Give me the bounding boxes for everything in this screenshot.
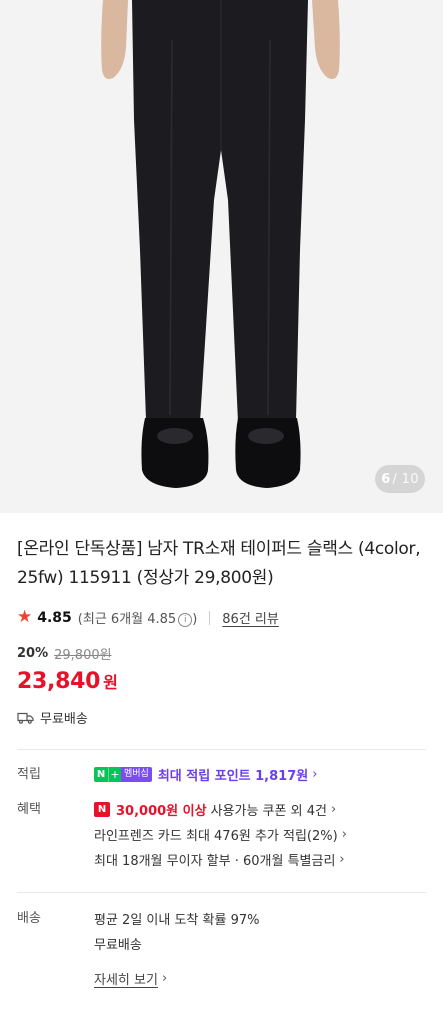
chevron-right-icon: › xyxy=(161,971,168,986)
arrival-text: 평균 2일 이내 도착 확률 97% xyxy=(94,913,260,928)
coupon-text: 사용가능 쿠폰 외 4건 xyxy=(210,804,327,819)
detail-link-text: 자세히 보기 xyxy=(94,973,158,988)
product-info: [온라인 단독상품] 남자 TR소재 테이퍼드 슬랙스 (4color, 25f… xyxy=(0,513,443,727)
offers-section: 혜택 N 30,000원 이상 사용가능 쿠폰 외 4건 › 라인프렌즈 카드 … xyxy=(0,797,443,872)
rating-recent-close: ) xyxy=(192,612,198,627)
discount-row: 20% 29,800원 xyxy=(17,644,426,663)
divider xyxy=(209,610,211,625)
rating-row: ★ 4.85 (최근 6개월 4.85 i) 86건 리뷰 xyxy=(17,608,426,627)
shipping-row: 무료배송 xyxy=(17,708,426,727)
rating-recent-text: (최근 6개월 4.85 xyxy=(77,612,177,627)
shipping-label: 무료배송 xyxy=(40,712,88,727)
star-icon: ★ xyxy=(17,607,33,627)
product-title: [온라인 단독상품] 남자 TR소재 테이퍼드 슬랙스 (4color, 25f… xyxy=(17,539,421,588)
image-counter: 6 / 10 xyxy=(375,465,425,493)
section-divider xyxy=(17,892,426,893)
truck-icon xyxy=(17,712,34,724)
counter-total: / 10 xyxy=(392,471,419,487)
coupon-link[interactable]: N 30,000원 이상 사용가능 쿠폰 외 4건 › xyxy=(94,797,426,822)
original-price: 29,800원 xyxy=(54,648,112,663)
info-icon[interactable]: i xyxy=(178,613,193,627)
delivery-detail-link[interactable]: 자세히 보기 › xyxy=(94,966,426,991)
naver-membership-badge: N + 멤버십 xyxy=(94,767,152,782)
coupon-badge: N xyxy=(94,802,110,817)
chevron-right-icon: › xyxy=(330,802,337,817)
product-image[interactable]: 6 / 10 xyxy=(0,0,443,513)
points-text: 최대 적립 포인트 1,817원 xyxy=(157,769,309,784)
chevron-right-icon: › xyxy=(312,767,318,782)
coupon-amount: 30,000원 이상 xyxy=(116,804,207,819)
slacks-photo xyxy=(0,0,443,513)
offers-label: 혜택 xyxy=(17,802,41,817)
delivery-label: 배송 xyxy=(17,911,41,926)
currency-label: 원 xyxy=(103,673,118,692)
section-divider xyxy=(17,749,426,750)
sale-price: 23,840 xyxy=(17,669,101,694)
discount-rate: 20% xyxy=(17,646,49,661)
points-section: 적립 N + 멤버십 최대 적립 포인트 1,817원 › xyxy=(0,762,443,787)
rating-score: 4.85 xyxy=(37,609,72,626)
counter-current: 6 xyxy=(381,471,391,487)
points-link[interactable]: N + 멤버십 최대 적립 포인트 1,817원 › xyxy=(94,762,426,787)
chevron-right-icon: › xyxy=(339,852,345,867)
price-row: 23,840 원 xyxy=(17,669,426,694)
badge-member: 멤버십 xyxy=(121,767,152,782)
installment-link[interactable]: 최대 18개월 무이자 할부 · 60개월 특별금리 › xyxy=(94,847,426,872)
installment-text: 최대 18개월 무이자 할부 · 60개월 특별금리 xyxy=(94,854,336,869)
rating-recent: (최근 6개월 4.85 i) xyxy=(78,608,197,627)
delivery-section: 배송 평균 2일 이내 도착 확률 97% 무료배송 자세히 보기 › xyxy=(0,906,443,991)
card-benefit-text: 라인프렌즈 카드 최대 476원 추가 적립(2%) xyxy=(94,829,338,844)
reviews-link[interactable]: 86건 리뷰 xyxy=(222,608,279,627)
free-shipping-text: 무료배송 xyxy=(94,938,142,953)
chevron-right-icon: › xyxy=(341,827,347,842)
badge-plus: + xyxy=(108,767,121,782)
card-benefit-link[interactable]: 라인프렌즈 카드 최대 476원 추가 적립(2%) › xyxy=(94,822,426,847)
badge-n: N xyxy=(94,767,108,782)
points-label: 적립 xyxy=(17,767,41,782)
